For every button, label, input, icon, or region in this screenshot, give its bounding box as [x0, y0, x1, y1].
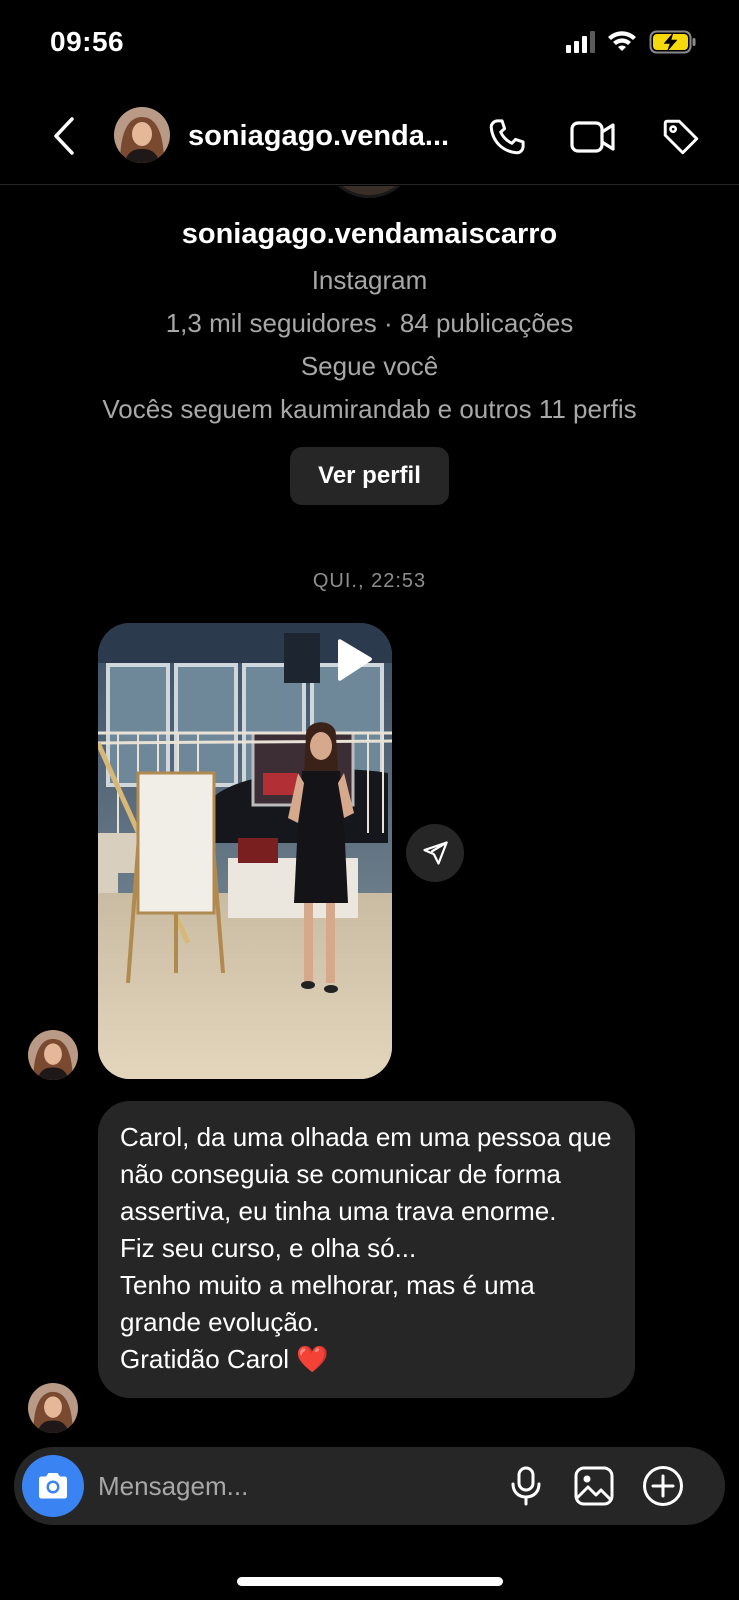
- add-attachment-button[interactable]: [640, 1463, 686, 1509]
- call-button[interactable]: [482, 112, 532, 162]
- message-line: Gratidão Carol ❤️: [120, 1344, 329, 1374]
- video-message[interactable]: [98, 623, 392, 1079]
- profile-summary: soniagago.vendamaiscarro Instagram 1,3 m…: [0, 186, 739, 505]
- phone-icon: [489, 119, 525, 155]
- profile-username: soniagago.vendamaiscarro: [181, 218, 558, 250]
- camera-icon: [39, 1473, 67, 1499]
- mutual-followers: Vocês seguem kaumirandab e outros 11 per…: [102, 394, 637, 424]
- camera-button[interactable]: [22, 1455, 84, 1517]
- share-button[interactable]: [406, 824, 464, 882]
- sender-avatar[interactable]: [28, 1030, 78, 1080]
- message-timestamp: QUI., 22:53: [312, 570, 427, 592]
- view-profile-button[interactable]: Ver perfil: [290, 447, 449, 505]
- back-button[interactable]: [44, 112, 84, 160]
- send-icon: [423, 841, 448, 865]
- tag-icon: [663, 119, 699, 155]
- message-line: Tenho muito a melhorar, mas é uma grande…: [120, 1270, 535, 1337]
- battery-charging-icon: [649, 30, 696, 54]
- tag-button[interactable]: [656, 112, 706, 162]
- cellular-signal-icon: [566, 31, 595, 53]
- gallery-button[interactable]: [571, 1463, 617, 1509]
- profile-platform: Instagram: [311, 265, 428, 295]
- status-bar: 09:56: [0, 0, 739, 90]
- microphone-icon: [511, 1466, 541, 1506]
- status-time: 09:56: [50, 26, 125, 57]
- profile-stats: 1,3 mil seguidores · 84 publicações: [165, 308, 574, 338]
- chat-header: soniagago.venda...: [0, 90, 739, 185]
- image-icon: [574, 1466, 614, 1506]
- chevron-left-icon: [54, 117, 74, 155]
- video-thumbnail: [98, 623, 392, 1079]
- plus-circle-icon: [643, 1466, 683, 1506]
- header-avatar[interactable]: [114, 107, 170, 163]
- message-line: Fiz seu curso, e olha só...: [120, 1233, 417, 1263]
- message-composer: [14, 1447, 725, 1525]
- video-call-button[interactable]: [568, 112, 618, 162]
- message-line: Carol, da uma olhada em uma pessoa que n…: [120, 1122, 612, 1226]
- follows-you-label: Segue você: [300, 351, 439, 381]
- play-icon: [338, 639, 372, 681]
- voice-message-button[interactable]: [503, 1463, 549, 1509]
- dm-thread-screen: 09:56 soniagago.venda... soniagago.venda…: [0, 0, 739, 1600]
- sender-avatar[interactable]: [28, 1383, 78, 1433]
- message-input[interactable]: [98, 1465, 478, 1507]
- status-icons: [566, 30, 697, 54]
- message-bubble[interactable]: Carol, da uma olhada em uma pessoa que n…: [98, 1101, 635, 1398]
- header-username[interactable]: soniagago.venda...: [188, 120, 449, 153]
- wifi-icon: [608, 31, 636, 51]
- home-indicator[interactable]: [237, 1577, 503, 1586]
- video-camera-icon: [570, 121, 615, 153]
